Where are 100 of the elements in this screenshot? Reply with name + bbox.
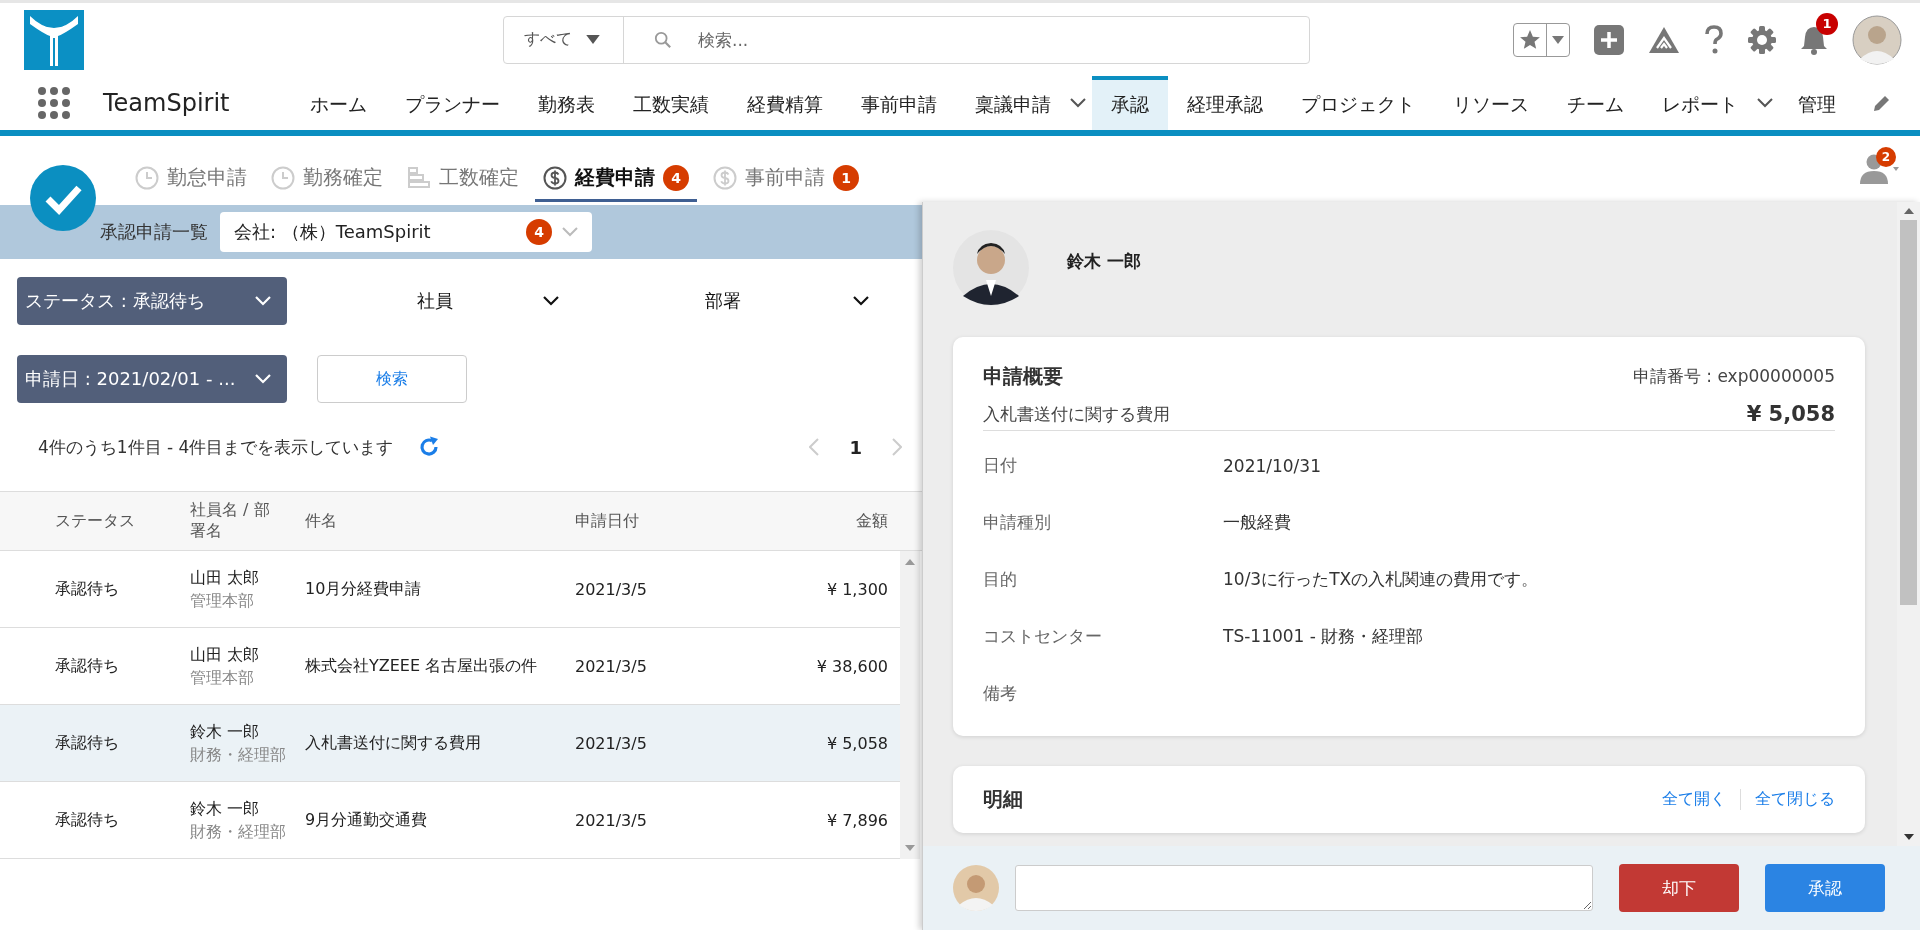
column-header: 申請日付 — [575, 510, 640, 532]
scrollbar-track[interactable] — [900, 551, 920, 859]
amount-cell-text: ¥ 38,600 — [815, 656, 889, 676]
request-subject: 入札書送付に関する費用 — [983, 403, 1170, 426]
clock-icon — [271, 165, 295, 190]
column-header: 件名 — [305, 510, 338, 532]
amount-cell-text: ¥ 7,896 — [825, 810, 889, 830]
dollar-icon — [543, 165, 567, 190]
filter-dropdown[interactable]: 部署 — [605, 277, 885, 325]
dollar-icon — [713, 165, 737, 190]
nav-tab[interactable]: プランナー — [386, 76, 519, 130]
filter-dropdown[interactable]: 申請日 : 2021/02/01 - ... — [17, 355, 287, 403]
edit-icon[interactable] — [1872, 93, 1892, 113]
avatar[interactable] — [1852, 14, 1902, 65]
employee-name: 山田 太郎 — [190, 566, 261, 589]
search-field[interactable]: すべて 検索... — [503, 15, 1310, 64]
date-cell-text: 2021/3/5 — [575, 733, 648, 753]
status-cell-text: 承認待ち — [54, 732, 120, 754]
column-header: 金額 — [855, 510, 889, 532]
field-value: 10/3に行ったTXの入札関連の費用です。 — [1223, 569, 1539, 589]
scrollbar-thumb[interactable] — [1900, 220, 1917, 605]
mountain-icon[interactable] — [1648, 25, 1680, 54]
chevron-down-icon — [562, 227, 578, 237]
company-dropdown[interactable]: 会社: （株）TeamSpirit 4 — [220, 212, 592, 252]
employee-name: 鈴木 一郎 — [190, 720, 261, 743]
user-icon[interactable] — [1860, 153, 1900, 185]
scroll-up-icon[interactable] — [1903, 208, 1914, 214]
bars-icon — [407, 165, 431, 190]
department-name: 財務・経理部 — [190, 744, 287, 766]
field-label: 目的 — [983, 568, 1018, 591]
card-title: 明細 — [983, 786, 1023, 813]
nav-tab[interactable]: 承認 — [1092, 76, 1168, 130]
result-summary: 4件のうち1件目 - 4件目までを表示しています — [38, 435, 394, 459]
nav-tab[interactable]: 経費精算 — [728, 76, 842, 130]
field-value: 2021/10/31 — [1223, 455, 1321, 476]
page-number[interactable]: 1 — [849, 436, 862, 458]
card-title: 申請概要 — [983, 363, 1063, 390]
nav-tab[interactable]: ホーム — [291, 76, 386, 130]
status-cell-text: 承認待ち — [54, 809, 120, 831]
link[interactable]: 全て開く — [1648, 789, 1740, 810]
date-cell-text: 2021/3/5 — [575, 579, 648, 599]
nav-tab[interactable]: 事前申請 — [842, 76, 956, 130]
scope-dropdown[interactable]: すべて — [504, 16, 624, 63]
chevron-down-icon[interactable] — [1070, 98, 1086, 108]
filter-dropdown[interactable]: ステータス : 承認待ち — [17, 277, 287, 325]
approve-button[interactable]: 承認 — [1765, 864, 1885, 912]
table-row[interactable]: 承認待ち 鈴木 一郎 財務・経理部 入札書送付に関する費用 2021/3/5 ¥ 5,058 — [0, 705, 900, 782]
comment-field[interactable] — [1015, 865, 1593, 911]
department-name: 財務・経理部 — [190, 821, 287, 843]
star-icon — [1519, 28, 1541, 51]
tab[interactable]: 勤怠申請 — [127, 164, 255, 202]
amount-cell-text: ¥ 1,300 — [825, 579, 889, 599]
field-value: 一般経費 — [1223, 512, 1291, 532]
date-cell-text: 2021/3/5 — [575, 810, 648, 830]
tab[interactable]: 事前申請 1 — [705, 164, 867, 202]
plus-icon[interactable] — [1594, 24, 1624, 55]
chevron-down-icon — [255, 296, 271, 306]
field-label: 申請種別 — [983, 511, 1052, 534]
scroll-up-icon[interactable] — [905, 559, 915, 565]
subject-cell-text: 9月分通勤交通費 — [305, 809, 429, 831]
column-header: 社員名 / 部署名 — [190, 500, 271, 542]
favorites-button[interactable] — [1513, 22, 1570, 57]
chevron-down-icon[interactable] — [1757, 98, 1773, 108]
nav-tab[interactable]: 経理承認 — [1168, 76, 1282, 130]
chevron-down-icon — [255, 374, 271, 384]
tab[interactable]: 勤務確定 — [263, 164, 391, 202]
avatar — [953, 865, 999, 911]
nav-tab[interactable]: 管理 — [1779, 76, 1855, 130]
nav-tab[interactable]: チーム — [1548, 76, 1643, 130]
field-label: 備考 — [983, 682, 1018, 705]
status-cell-text: 承認待ち — [54, 578, 120, 600]
request-amount: ¥ 5,058 — [1746, 402, 1835, 426]
tab[interactable]: 工数確定 — [399, 164, 527, 202]
nav-tab[interactable]: 工数実績 — [614, 76, 728, 130]
nav-tab[interactable]: プロジェクト — [1282, 76, 1434, 130]
caret-down-icon — [1552, 35, 1564, 44]
filter-dropdown[interactable]: 社員 — [317, 277, 575, 325]
app-name: TeamSpirit — [103, 89, 231, 117]
field-value: TS-11001 - 財務・経理部 — [1223, 626, 1424, 646]
scroll-down-icon[interactable] — [1903, 834, 1914, 840]
nav-tab[interactable]: 稟議申請 — [956, 76, 1070, 130]
nav-tab[interactable]: レポート — [1643, 76, 1757, 130]
clock-icon — [135, 165, 159, 190]
tab[interactable]: 経費申請 4 — [535, 164, 697, 202]
help-icon[interactable] — [1704, 24, 1724, 55]
nav-tab[interactable]: 勤務表 — [519, 76, 614, 130]
logo-icon — [24, 9, 84, 70]
field-label: 日付 — [983, 454, 1018, 477]
nav-tab[interactable]: リソース — [1434, 76, 1548, 130]
amount-cell-text: ¥ 5,058 — [825, 733, 889, 753]
subject-cell-text: 株式会社YZEEE 名古屋出張の件 — [305, 655, 539, 677]
scrollbar-track[interactable] — [1897, 202, 1920, 846]
department-name: 管理本部 — [190, 667, 255, 689]
search-button[interactable]: 検索 — [317, 355, 467, 403]
chevron-down-icon — [853, 296, 869, 306]
link[interactable]: 全て閉じる — [1740, 789, 1835, 810]
app-launcher-icon[interactable] — [37, 86, 71, 120]
reject-button[interactable]: 却下 — [1619, 864, 1739, 912]
column-header: ステータス — [54, 510, 136, 532]
employee-name: 山田 太郎 — [190, 643, 261, 666]
